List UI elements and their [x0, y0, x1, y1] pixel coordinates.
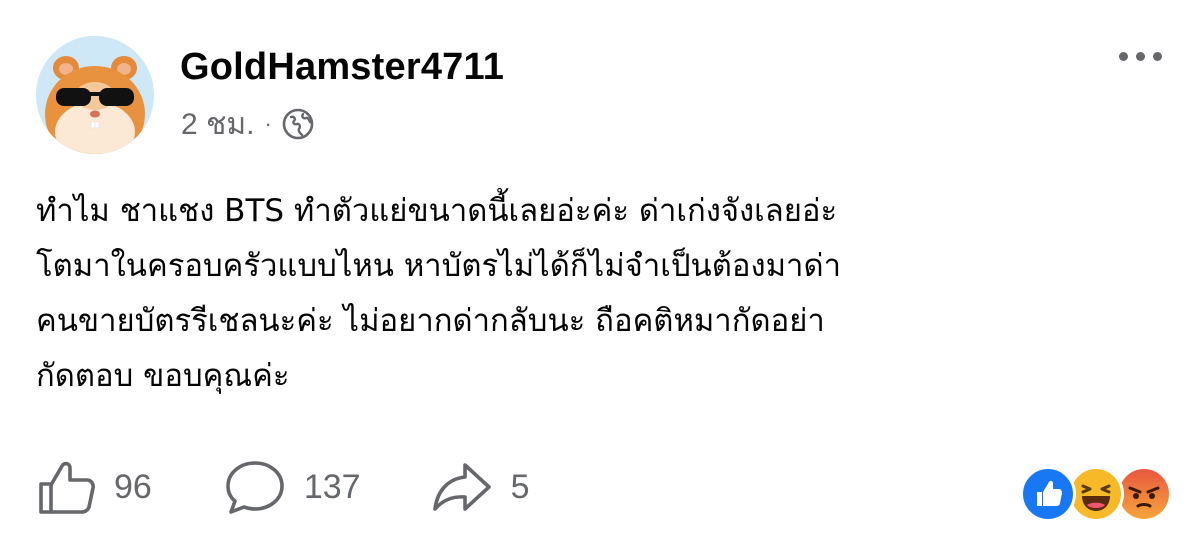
- action-bar: 96 137 5: [36, 455, 529, 519]
- haha-reaction-icon: [1068, 466, 1124, 522]
- like-count: 96: [114, 467, 152, 506]
- more-dot-icon: [1119, 52, 1128, 61]
- angry-reaction-icon: [1116, 466, 1172, 522]
- post-timestamp[interactable]: 2 ชม.: [181, 101, 255, 148]
- like-button[interactable]: 96: [36, 458, 152, 516]
- comment-count: 137: [303, 467, 361, 506]
- meta-separator: ·: [264, 111, 272, 136]
- comment-button[interactable]: 137: [224, 458, 361, 516]
- post-text-line: คนขายบัตรรีเชลนะค่ะ ไม่อยากด่ากลับนะ ถือ…: [36, 303, 825, 339]
- reaction-summary[interactable]: [1020, 466, 1172, 522]
- like-reaction-icon: [1020, 466, 1076, 522]
- post-text-line: กัดตอบ ขอบคุณค่ะ: [36, 358, 290, 394]
- more-dot-icon: [1136, 52, 1145, 61]
- more-options-button[interactable]: [1119, 52, 1162, 61]
- avatar[interactable]: [36, 36, 154, 154]
- globe-icon: [282, 108, 314, 140]
- post-body: ทำไม ชาแชง BTS ทำตัวแย่ขนาดนี้เลยอ่ะค่ะ …: [36, 184, 1176, 404]
- post-text-line: ทำไม ชาแชง BTS ทำตัวแย่ขนาดนี้เลยอ่ะค่ะ …: [36, 193, 838, 229]
- thumbs-up-icon: [39, 461, 95, 514]
- post-meta: 2 ชม. ·: [181, 104, 314, 144]
- post-text-line: โตมาในครอบครัวแบบไหน หาบัตรไม่ได้ก็ไม่จำ…: [36, 248, 841, 284]
- comment-bubble-icon: [226, 461, 284, 514]
- share-arrow-icon: [432, 463, 491, 511]
- author-name[interactable]: GoldHamster4711: [180, 46, 504, 89]
- hamster-sunglasses-avatar: [36, 36, 154, 154]
- more-dot-icon: [1153, 52, 1162, 61]
- share-button[interactable]: 5: [431, 459, 530, 515]
- share-count: 5: [510, 467, 530, 506]
